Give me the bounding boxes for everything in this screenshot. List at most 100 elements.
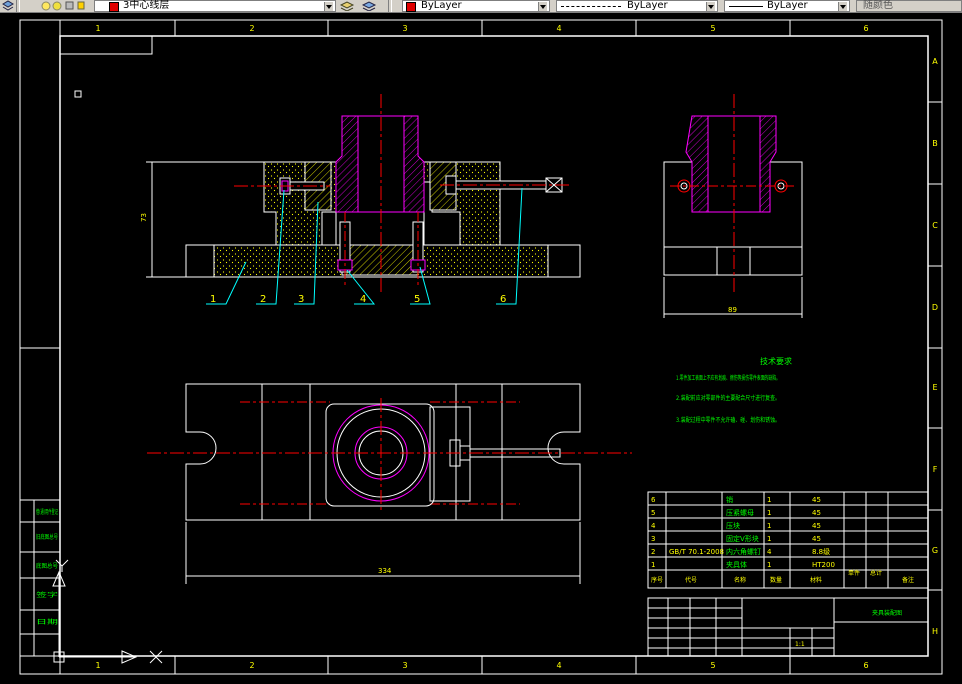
- layer-previous-icon[interactable]: [361, 0, 380, 12]
- tech-req-title: 技术要求: [760, 356, 792, 366]
- tech-req-line-1: 1.零件加工表面上不应有划痕、擦伤等损伤零件表面的缺陷。: [676, 374, 780, 382]
- title-block-scale: 1:1: [795, 641, 805, 648]
- bom-cell-material: 8.8级: [812, 547, 830, 556]
- bom-header-name: 名称: [734, 576, 746, 584]
- balloon-6: 6: [500, 294, 506, 305]
- zone-row-h: H: [932, 627, 938, 636]
- linetype-preview: [561, 6, 621, 7]
- linetype-dropdown[interactable]: ByLayer: [556, 0, 718, 12]
- bom-cell-no: 3: [651, 535, 655, 543]
- chevron-down-icon[interactable]: [838, 2, 847, 11]
- height-dimension-text: 73: [140, 213, 148, 222]
- bom-header-no: 序号: [651, 576, 663, 584]
- plan-view: [147, 383, 632, 584]
- title-block-grid: [647, 597, 929, 657]
- tech-req-line-2: 2.装配前应对零部件的主要配合尺寸进行复查。: [676, 394, 780, 402]
- bom-rows: 6 销 1 45 5 压紧螺母 1 45 4 压块 1 45 3 固定V形块 1 45 2 GB/T 70.1-2…: [651, 495, 835, 569]
- bom-header-code: 代号: [685, 576, 697, 584]
- bom-cell-qty: 1: [767, 561, 771, 569]
- bom-table-grid: [647, 491, 929, 589]
- side-width-dimension-text: 89: [728, 306, 737, 314]
- zone-col-2: 2: [249, 24, 254, 33]
- left-registration-strip: [19, 499, 61, 657]
- drawing-code-box: [59, 35, 153, 55]
- drawing-svg[interactable]: 1 2 3 4 5 6 1 2 3 4 5 6 A B C D E F G H …: [0, 12, 962, 680]
- bom-cell-qty: 4: [767, 548, 772, 556]
- zone-col-3: 3: [402, 24, 407, 33]
- plotstyle-dropdown[interactable]: 随颜色: [856, 0, 962, 12]
- bom-cell-no: 2: [651, 548, 655, 556]
- zone-row-f: F: [933, 465, 938, 474]
- strip-label-4: 签字: [36, 591, 58, 599]
- bom-header-total: 总计: [870, 569, 882, 577]
- balloon-2: 2: [260, 294, 266, 305]
- bom-cell-no: 1: [651, 561, 655, 569]
- zone-row-b: B: [932, 139, 938, 148]
- plan-length-dimension-text: 334: [378, 567, 392, 575]
- balloon-5: 5: [414, 294, 420, 305]
- strip-label-5: 日期: [36, 618, 58, 626]
- zone-row-a: A: [932, 57, 938, 66]
- bom-header-material: 材料: [810, 576, 822, 584]
- bom-header-qty: 数量: [770, 576, 782, 584]
- balloon-4: 4: [360, 294, 366, 305]
- strip-label-1: 借(通)用件登记: [36, 508, 58, 516]
- zone-col-4-bottom: 4: [556, 661, 561, 670]
- bom-cell-material: 45: [812, 522, 821, 530]
- layer-color-swatch: [109, 2, 119, 12]
- title-block-name: 夹具装配图: [872, 609, 902, 617]
- zone-col-6-bottom: 6: [863, 661, 868, 670]
- bom-cell-qty: 1: [767, 522, 771, 530]
- layer-state-icons[interactable]: [22, 0, 92, 12]
- lineweight-dropdown[interactable]: ByLayer: [724, 0, 850, 12]
- zone-row-g: G: [932, 546, 938, 555]
- bom-cell-name: 销: [726, 495, 733, 504]
- color-swatch: [406, 2, 416, 12]
- bom-cell-no: 6: [651, 496, 656, 504]
- bom-cell-name: 压块: [726, 521, 740, 530]
- tech-req-line-3: 3.装配过程中零件不允许磕、碰、划伤和锈蚀。: [676, 416, 780, 424]
- bom-header-remark: 备注: [902, 576, 914, 584]
- strip-label-3: 底图总号: [36, 562, 58, 570]
- chevron-down-icon[interactable]: [538, 2, 547, 11]
- balloon-1: 1: [210, 294, 216, 305]
- bom-cell-material: 45: [812, 496, 821, 504]
- zone-col-3-bottom: 3: [402, 661, 407, 670]
- zone-col-1-bottom: 1: [95, 661, 100, 670]
- zone-row-c: C: [932, 221, 938, 230]
- bom-cell-no: 4: [651, 522, 656, 530]
- zone-col-5-bottom: 5: [710, 661, 715, 670]
- layer-manager-icon[interactable]: [2, 0, 14, 12]
- bom-cell-material: 45: [812, 509, 821, 517]
- layer-dropdown[interactable]: 3中心线层: [94, 0, 336, 12]
- side-view: [663, 94, 803, 318]
- zone-col-5: 5: [710, 24, 715, 33]
- make-current-layer-icon[interactable]: [339, 0, 358, 12]
- lineweight-preview: [729, 6, 763, 7]
- bom-cell-no: 5: [651, 509, 655, 517]
- bom-cell-name: 固定V形块: [726, 534, 759, 543]
- bom-cell-name: 压紧螺母: [726, 508, 754, 517]
- balloon-3: 3: [298, 294, 304, 305]
- zone-col-6: 6: [863, 24, 868, 33]
- chevron-down-icon[interactable]: [706, 2, 715, 11]
- bom-cell-qty: 1: [767, 535, 771, 543]
- zone-row-e: E: [932, 383, 937, 392]
- front-section-view: [185, 94, 581, 292]
- bom-cell-name: 内六角螺钉: [726, 547, 761, 556]
- zone-col-4: 4: [556, 24, 561, 33]
- chevron-down-icon[interactable]: [324, 2, 333, 11]
- zone-row-d: D: [932, 303, 938, 312]
- bom-cell-qty: 1: [767, 496, 771, 504]
- drawing-canvas[interactable]: 1 2 3 4 5 6 1 2 3 4 5 6 A B C D E F G H …: [0, 12, 962, 680]
- zone-col-2-bottom: 2: [249, 661, 254, 670]
- bom-cell-material: HT200: [812, 561, 835, 569]
- color-dropdown[interactable]: ByLayer: [402, 0, 550, 12]
- zone-labels: 1 2 3 4 5 6 1 2 3 4 5 6 A B C D E F G H: [95, 24, 938, 670]
- strip-label-2: 旧底图总号: [36, 533, 58, 541]
- bom-header-unit: 单件: [848, 569, 860, 577]
- grip-marker[interactable]: [74, 90, 82, 98]
- ucs-icon: [52, 559, 163, 664]
- zone-col-1: 1: [95, 24, 100, 33]
- bom-cell-material: 45: [812, 535, 821, 543]
